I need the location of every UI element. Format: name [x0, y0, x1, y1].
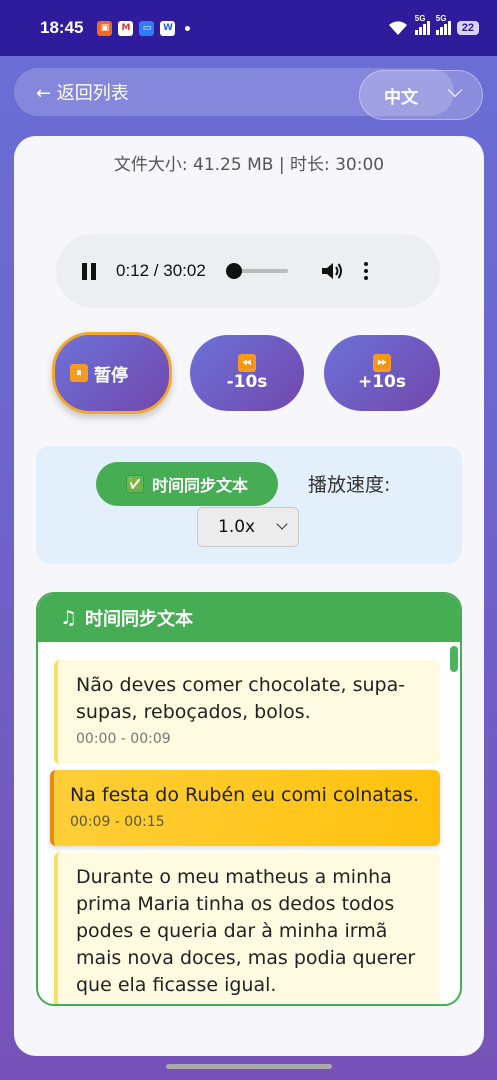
- signal-icon-2: 5G: [435, 14, 451, 35]
- home-indicator[interactable]: [166, 1064, 332, 1069]
- audio-player: 0:12 / 30:02: [56, 234, 440, 308]
- rewind-10s-button[interactable]: ⏪ -10s: [190, 335, 304, 411]
- speed-label: 播放速度:: [308, 474, 391, 496]
- segment-time: 00:00 - 00:09: [76, 731, 171, 747]
- signal-icon: 5G: [414, 14, 430, 35]
- rewind-label: -10s: [226, 372, 268, 392]
- audio-time: 0:12 / 30:02: [116, 261, 206, 280]
- network-type: 5G: [414, 14, 426, 23]
- system-icons: 5G 5G 22: [387, 14, 479, 36]
- music-note-icon: ♫: [60, 607, 78, 629]
- back-label: ← 返回列表: [36, 83, 129, 104]
- chevron-down-icon: [447, 82, 463, 98]
- network-type-2: 5G: [435, 14, 447, 23]
- sync-panel: ✅ 时间同步文本 播放速度: 1.0x: [36, 446, 462, 564]
- message-icon: ▭: [139, 20, 155, 36]
- pause-icon[interactable]: [82, 262, 96, 280]
- language-select[interactable]: 中文: [359, 70, 483, 120]
- transcript-title: 时间同步文本: [85, 609, 194, 630]
- segment-time: 00:09 - 00:15: [70, 814, 165, 830]
- rewind-icon: ⏪: [238, 354, 256, 372]
- transcript-segment[interactable]: Durante o meu matheus a minha prima Mari…: [54, 852, 440, 1004]
- forward-icon: ⏩: [373, 354, 391, 372]
- more-notifications-icon: [185, 25, 191, 31]
- volume-icon[interactable]: [320, 260, 344, 282]
- pause-label: 暂停: [93, 365, 128, 386]
- language-value: 中文: [384, 87, 418, 108]
- battery-icon: 22: [456, 21, 479, 35]
- status-bar: 18:45 ▣ M ▭ W 5G 5G 22: [0, 0, 497, 56]
- transcript-segment[interactable]: Não deves comer chocolate, supa-supas, r…: [54, 660, 440, 764]
- main-card: 文件大小: 41.25 MB | 时长: 30:00 0:12 / 30:02 …: [14, 136, 484, 1056]
- transcript-segment-active[interactable]: Na festa do Rubén eu comi colnatas. 00:0…: [50, 770, 440, 846]
- forward-10s-button[interactable]: ⏩ +10s: [324, 335, 440, 411]
- speed-value: 1.0x: [218, 517, 256, 537]
- status-time: 18:45: [40, 18, 84, 37]
- wifi-icon: [388, 21, 407, 35]
- audio-progress-slider[interactable]: [226, 263, 288, 279]
- gmail-icon: M: [118, 20, 134, 36]
- transcript-header: ♫ 时间同步文本: [38, 594, 460, 642]
- app-w-icon: W: [160, 20, 176, 36]
- segment-text: Não deves comer chocolate, supa-supas, r…: [76, 674, 406, 723]
- sync-text-button[interactable]: ✅ 时间同步文本: [96, 462, 278, 506]
- file-info: 文件大小: 41.25 MB | 时长: 30:00: [113, 155, 385, 175]
- segment-text: Durante o meu matheus a minha prima Mari…: [76, 866, 416, 996]
- chevron-down-icon: [276, 518, 288, 530]
- transcript-panel[interactable]: ♫ 时间同步文本 Não deves comer chocolate, supa…: [36, 592, 462, 1006]
- pause-emoji-icon: ⏸: [70, 363, 89, 382]
- progress-thumb[interactable]: [226, 263, 243, 279]
- forward-label: +10s: [357, 372, 407, 392]
- speed-select[interactable]: 1.0x: [197, 507, 299, 547]
- pause-button[interactable]: ⏸ 暂停: [52, 332, 172, 414]
- scrollbar[interactable]: [450, 646, 458, 672]
- more-options-icon[interactable]: [363, 262, 368, 280]
- segment-text: Na festa do Rubén eu comi colnatas.: [70, 784, 419, 806]
- check-icon: ✅: [125, 475, 144, 493]
- app-notification-icon: ▣: [97, 20, 113, 36]
- sync-text-label: 时间同步文本: [151, 476, 248, 495]
